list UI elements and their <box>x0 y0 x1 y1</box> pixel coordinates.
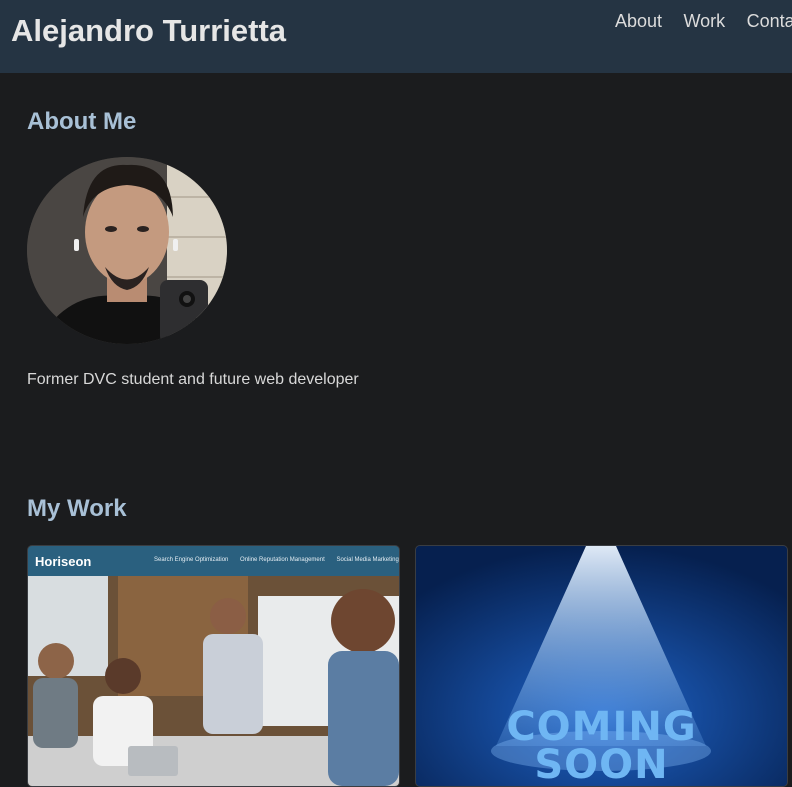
horiseon-link-seo: Search Engine Optimization <box>154 557 229 563</box>
about-description: Former DVC student and future web develo… <box>27 371 359 388</box>
horiseon-nav: Search Engine Optimization Online Reputa… <box>154 557 399 563</box>
soon-line: SOON <box>534 742 669 787</box>
horiseon-header-bar: Horiseon Search Engine Optimization Onli… <box>28 546 399 576</box>
work-heading: My Work <box>27 495 127 522</box>
site-title: Alejandro Turrietta <box>11 13 287 48</box>
nav-about-link[interactable]: About <box>615 11 662 32</box>
profile-photo-icon <box>27 157 227 344</box>
office-photo-icon <box>28 576 399 786</box>
work-card-horiseon[interactable]: Horiseon Search Engine Optimization Onli… <box>27 545 400 787</box>
coming-line: COMING <box>506 704 697 750</box>
avatar <box>27 157 227 344</box>
work-card-coming-soon[interactable]: COMING SOON <box>415 545 788 787</box>
horiseon-link-orm: Online Reputation Management <box>240 557 325 563</box>
horiseon-logo: Horiseon <box>35 554 92 569</box>
nav-contact-link[interactable]: Contact <box>747 11 792 32</box>
site-header: Alejandro Turrietta About Work Contact <box>0 0 792 73</box>
horiseon-link-smm: Social Media Marketing <box>336 557 399 563</box>
coming-soon-text: COMING SOON <box>416 704 787 787</box>
about-heading: About Me <box>27 108 137 135</box>
main-nav: About Work Contact <box>615 11 792 32</box>
nav-work-link[interactable]: Work <box>684 11 726 32</box>
